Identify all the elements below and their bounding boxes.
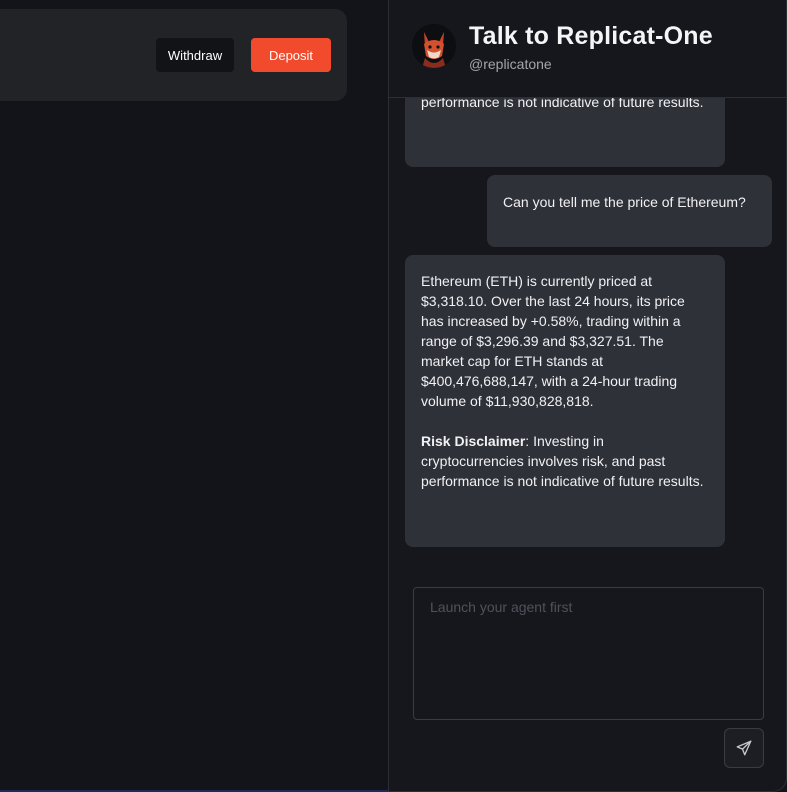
fox-avatar-icon — [412, 24, 456, 68]
wallet-card: Withdraw Deposit — [0, 9, 347, 101]
deposit-button[interactable]: Deposit — [251, 38, 331, 72]
user-message: Can you tell me the price of Ethereum? — [487, 175, 772, 247]
message-text: Ethereum (ETH) is currently priced at $3… — [421, 273, 685, 409]
risk-disclaimer: Risk Disclaimer: Investing in cryptocurr… — [421, 431, 709, 491]
main-panel: Withdraw Deposit — [0, 0, 388, 792]
message-text: Can you tell me the price of Ethereum? — [503, 194, 746, 210]
chat-header: Talk to Replicat-One @replicatone — [389, 0, 786, 98]
disclaimer-label: Risk Disclaimer — [421, 433, 526, 449]
chat-title: Talk to Replicat-One — [469, 22, 713, 50]
message-input[interactable] — [413, 587, 764, 720]
agent-handle: @replicatone — [469, 56, 552, 72]
send-button[interactable] — [724, 728, 764, 768]
agent-message: Ethereum (ETH) is currently priced at $3… — [405, 255, 725, 547]
send-icon — [736, 740, 752, 756]
withdraw-button[interactable]: Withdraw — [156, 38, 234, 72]
chat-panel: performance is not indicative of future … — [388, 0, 787, 792]
